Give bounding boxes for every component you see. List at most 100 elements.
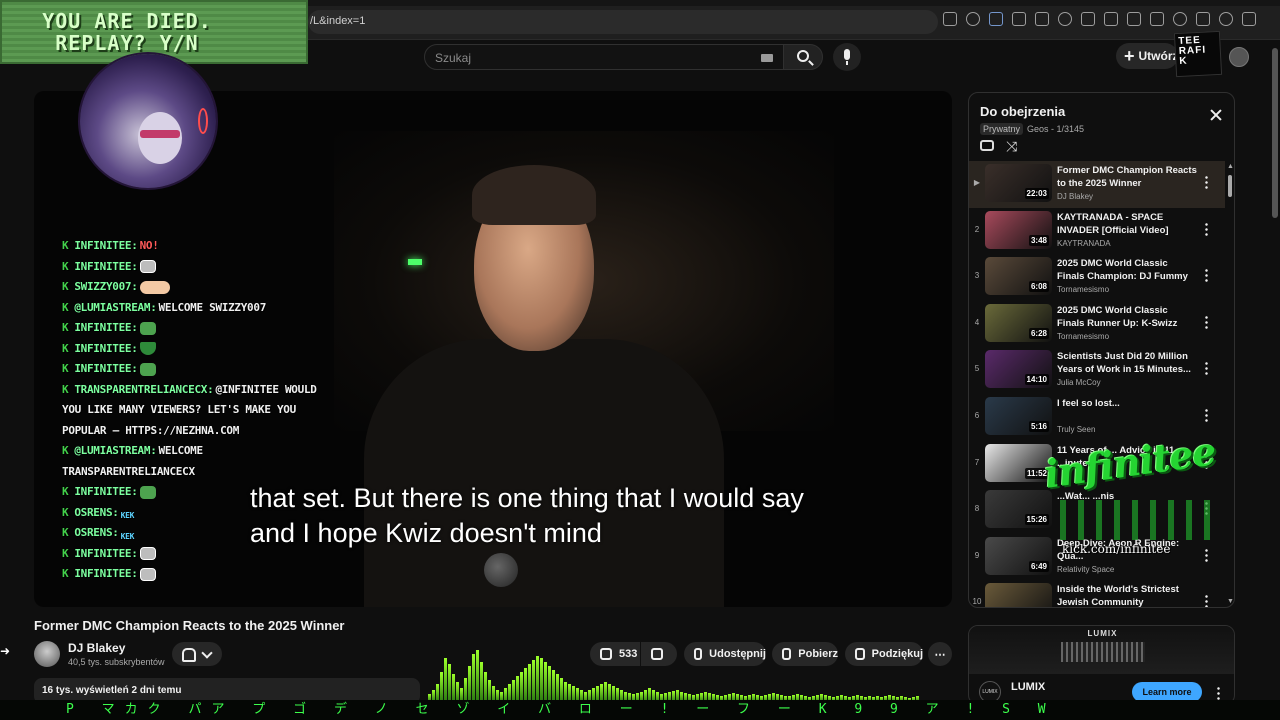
page-scrollbar[interactable] — [1272, 48, 1278, 218]
kek-emote-icon: KEK — [120, 511, 135, 520]
plus-icon: + — [1124, 46, 1135, 66]
stream-chat: K INFINITEE: NO! K INFINITEE: K SWIZZY007: K @LU… — [62, 236, 332, 585]
chat-message: K INFINITEE: — [62, 482, 332, 503]
more-vert-icon[interactable] — [1205, 594, 1208, 607]
chat-message: K INFINITEE: — [62, 564, 332, 585]
playlist-item-title[interactable]: 2025 DMC World Classic Finals Runner Up:… — [1057, 304, 1197, 330]
location-icon[interactable] — [1173, 12, 1187, 26]
more-vert-icon[interactable] — [1205, 221, 1208, 236]
video-green-light — [408, 259, 422, 265]
translate-icon[interactable] — [1035, 12, 1049, 26]
search-button[interactable] — [783, 44, 823, 70]
playlist-item[interactable]: 4 6:28 2025 DMC World Classic Finals Runne… — [969, 301, 1225, 348]
playlist-item[interactable]: 5 14:10 Scientists Just Did 20 Million Yea… — [969, 347, 1225, 394]
visualizer-bar — [448, 664, 451, 702]
scroll-down-arrow-icon[interactable]: ▼ — [1227, 598, 1234, 605]
media-queue-icon[interactable] — [1196, 12, 1210, 26]
chat-username: INFINITEE: — [74, 362, 138, 375]
account-avatar[interactable] — [1229, 47, 1249, 67]
playlist-item-title[interactable]: KAYTRANADA - SPACE INVADER [Official Vid… — [1057, 211, 1197, 237]
playlist-item-index: 10 — [972, 597, 982, 607]
duration-badge: 3:48 — [1028, 234, 1049, 246]
playlist-item-channel: KAYTRANADA — [1057, 238, 1111, 248]
notification-bell-button[interactable] — [172, 642, 222, 666]
box-emote-icon — [139, 547, 156, 560]
playlist-position: Geos - 1/3145 — [1027, 124, 1085, 134]
playlist-item-thumbnail[interactable]: 14:10 — [985, 350, 1052, 389]
playlist-item-title[interactable]: I feel so lost... — [1057, 397, 1197, 410]
visualizer-bar — [532, 660, 535, 702]
duration-badge: 46:52 — [1025, 607, 1049, 608]
puzzle-extensions-icon[interactable] — [1012, 12, 1026, 26]
tee-logo: TEE RAFI K — [1173, 30, 1223, 78]
tab-strip[interactable] — [308, 0, 1280, 6]
reading-mode-icon[interactable] — [1104, 12, 1118, 26]
playlist-item[interactable]: 10 46:52 Inside the World's Strictest Jewi… — [969, 580, 1225, 608]
visualizer-bar — [484, 672, 487, 702]
chat-username: @LUMIASTREAM: — [74, 300, 157, 314]
create-button[interactable]: + Utwórz — [1116, 43, 1179, 69]
playlist-item-title[interactable]: Scientists Just Did 20 Million Years of … — [1057, 350, 1197, 376]
shuffle-icon[interactable]: ⤨ — [1006, 138, 1017, 155]
profile-icon[interactable] — [1219, 12, 1233, 26]
more-vert-icon[interactable] — [1205, 175, 1208, 189]
address-bar[interactable]: /L&index=1 — [308, 10, 938, 34]
grid-extension-icon[interactable] — [1081, 12, 1095, 26]
loop-icon[interactable] — [980, 140, 994, 151]
playlist-item-title[interactable]: 2025 DMC World Classic Finals Champion: … — [1057, 257, 1197, 283]
playlist-item-index: 9 — [974, 550, 980, 560]
playlist-item-title[interactable]: Former DMC Champion Reacts to the 2025 W… — [1057, 164, 1197, 190]
chat-message: K OSRENS: KEK — [62, 523, 332, 544]
playlist-item-index: 3 — [974, 271, 980, 281]
audio-visualizer — [428, 646, 932, 702]
playlist-item[interactable]: 2 3:48 KAYTRANADA - SPACE INVADER [Officia… — [969, 208, 1225, 255]
visualizer-bar — [456, 682, 459, 702]
screenshot-icon[interactable] — [1150, 12, 1164, 26]
voice-search-icon[interactable] — [833, 43, 861, 71]
audio-extension-icon[interactable] — [989, 12, 1003, 26]
ad-more-icon[interactable] — [1217, 686, 1220, 700]
more-vert-icon[interactable] — [1205, 268, 1208, 283]
history-icon[interactable] — [1058, 12, 1072, 26]
playlist-item-thumbnail[interactable]: 46:52 — [985, 583, 1052, 608]
duration-badge: 6:49 — [1028, 560, 1049, 572]
scrollbar-thumb[interactable] — [1228, 175, 1232, 197]
ad-brand-logo: LUMIX — [1087, 629, 1118, 638]
channel-name[interactable]: DJ Blakey — [68, 641, 125, 655]
visualizer-bar — [476, 650, 479, 702]
share-page-icon[interactable] — [943, 12, 957, 26]
menu-icon[interactable] — [1242, 12, 1256, 26]
ad-card[interactable]: LUMIX LUMIX LUMIX Learn more — [968, 625, 1235, 705]
channel-avatar[interactable] — [34, 641, 60, 667]
playlist-item[interactable]: ▶ 22:03 Former DMC Champion Reacts to the … — [969, 161, 1225, 208]
visualizer-bar — [444, 658, 447, 702]
search-input[interactable]: Szukaj — [424, 44, 784, 70]
ad-banner[interactable]: LUMIX — [969, 626, 1234, 674]
star-bookmark-icon[interactable] — [966, 12, 980, 26]
playlist-item-index: 2 — [974, 224, 980, 234]
close-icon[interactable] — [1210, 109, 1222, 121]
playlist-item-thumbnail[interactable]: 22:03 — [985, 164, 1052, 202]
print-icon[interactable] — [1127, 12, 1141, 26]
playlist-item-thumbnail[interactable]: 6:28 — [985, 303, 1052, 342]
infinitee-overlay: infinitee kick.com/infinitee — [1040, 428, 1240, 560]
playlist-item-thumbnail[interactable]: 3:48 — [985, 210, 1052, 249]
playlist-item-title[interactable]: Inside the World's Strictest Jewish Comm… — [1057, 583, 1197, 607]
kick-badge-icon: K — [62, 382, 69, 396]
chat-username: OSRENS: — [74, 526, 119, 539]
chat-message: K SWIZZY007: — [62, 277, 332, 298]
playlist-item-thumbnail[interactable]: 6:08 — [985, 257, 1052, 296]
learn-more-button[interactable]: Learn more — [1132, 682, 1202, 702]
playlist-item[interactable]: 3 6:08 2025 DMC World Classic Finals Champ… — [969, 254, 1225, 301]
more-vert-icon[interactable] — [1205, 314, 1208, 329]
more-vert-icon[interactable] — [1205, 361, 1208, 376]
banner-line2: REPLAY? Y/N — [55, 31, 199, 55]
more-vert-icon[interactable] — [1205, 407, 1208, 422]
url-text: /L&index=1 — [310, 15, 366, 27]
playlist-item-index: 8 — [974, 504, 980, 514]
keyboard-icon[interactable] — [761, 54, 773, 62]
ad-building-image — [1061, 642, 1145, 662]
kick-badge-icon: K — [62, 567, 69, 580]
visualizer-bar — [472, 654, 475, 702]
visualizer-bar — [604, 682, 607, 702]
